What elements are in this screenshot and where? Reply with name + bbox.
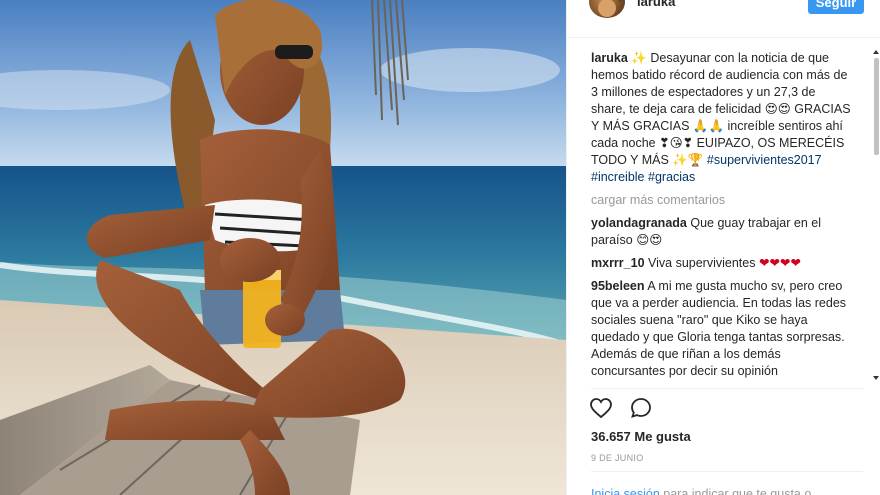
comment: mxrrr_10 Viva supervivientes ❤❤❤❤ <box>591 255 853 272</box>
comment-emoji: ❤❤❤❤ <box>758 256 801 270</box>
scroll-up-arrow-icon[interactable] <box>873 50 879 54</box>
comments-scrollbar[interactable] <box>872 50 880 386</box>
comment-username[interactable]: mxrrr_10 <box>591 256 645 270</box>
heart-icon[interactable] <box>589 396 613 425</box>
scroll-down-arrow-icon[interactable] <box>873 376 879 380</box>
comment-username[interactable]: 95beleen <box>591 279 645 293</box>
comment-username[interactable]: yolandagranada <box>591 216 687 230</box>
emoji-a: 😍😍 <box>764 102 791 116</box>
comment-icon[interactable] <box>629 396 653 425</box>
post-photo[interactable] <box>0 0 566 495</box>
comment-emoji: 😊😍 <box>636 233 663 247</box>
divider <box>591 471 863 472</box>
caption-username[interactable]: laruka <box>591 51 628 65</box>
post-side-panel: laruka Seguir laruka ✨ Desayunar con la … <box>566 0 880 495</box>
comments-list[interactable]: laruka ✨ Desayunar con la noticia de que… <box>567 50 867 386</box>
comment-text: A mi me gusta mucho sv, pero creo que va… <box>591 279 847 378</box>
sparkles-emoji: ✨ <box>631 51 647 65</box>
author-username[interactable]: laruka <box>637 0 675 9</box>
emoji-c: ❣😘❣ <box>659 136 694 150</box>
login-link[interactable]: Inicia sesión <box>591 487 660 495</box>
emoji-b: 🙏🙏 <box>692 119 725 133</box>
hashtag-link[interactable]: #supervivientes2017 <box>707 153 822 167</box>
beach-photo <box>0 0 566 495</box>
load-more-comments[interactable]: cargar más comentarios <box>591 193 853 207</box>
login-prompt: Inicia sesión para indicar que te gusta … <box>591 487 811 495</box>
post-actions <box>589 396 665 422</box>
emoji-d: ✨🏆 <box>672 153 704 167</box>
scrollbar-thumb[interactable] <box>874 58 879 155</box>
post-header: laruka Seguir <box>567 0 880 38</box>
divider <box>591 388 863 389</box>
caption: laruka ✨ Desayunar con la noticia de que… <box>591 50 853 186</box>
post-date[interactable]: 9 DE JUNIO <box>591 453 644 463</box>
comment: yolandagranada Que guay trabajar en el p… <box>591 215 853 249</box>
login-prompt-text: para indicar que te gusta o <box>663 487 812 495</box>
likes-count[interactable]: 36.657 Me gusta <box>591 429 691 444</box>
comment: 95beleen A mi me gusta mucho sv, pero cr… <box>591 278 853 380</box>
avatar[interactable] <box>589 0 625 18</box>
follow-button[interactable]: Seguir <box>808 0 864 14</box>
comment-text: Viva supervivientes <box>648 256 756 270</box>
hashtag-link[interactable]: #gracias <box>648 170 695 184</box>
hashtag-link[interactable]: #increible <box>591 170 645 184</box>
